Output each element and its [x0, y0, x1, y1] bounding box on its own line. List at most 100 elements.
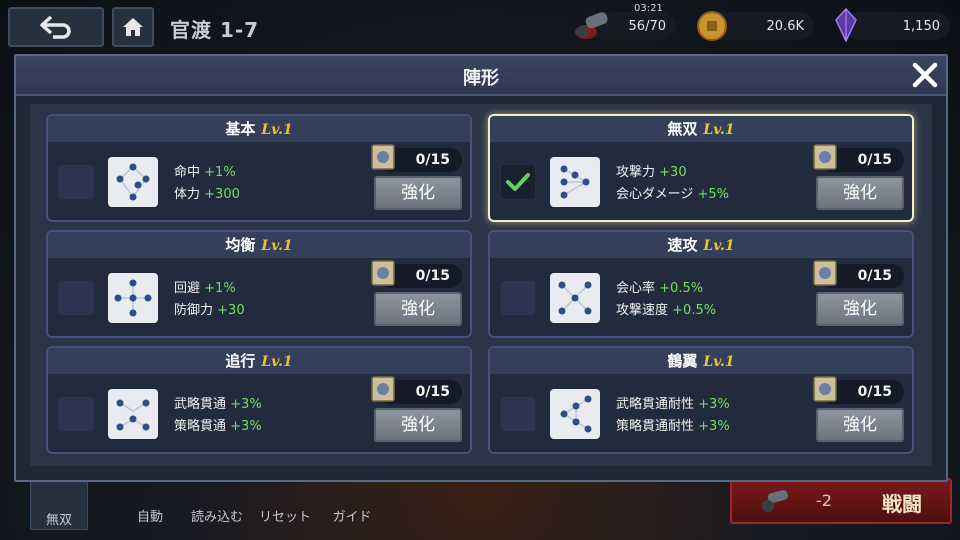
auto-button[interactable]: 自動: [128, 506, 172, 525]
load-button[interactable]: 読み込む: [186, 506, 248, 525]
enhance-button[interactable]: 強化: [816, 408, 904, 442]
enhance-button[interactable]: 強化: [374, 176, 462, 210]
enhance-button[interactable]: 強化: [816, 292, 904, 326]
formation-level: Lv.1: [703, 354, 735, 370]
stat-value: +0.5%: [672, 303, 717, 318]
formation-card-rush[interactable]: 速攻 Lv.1 会心率 +0.5% 攻撃速度 +0.5% 0/15 強化: [488, 230, 914, 338]
close-button[interactable]: [910, 60, 940, 90]
current-formation-button[interactable]: 無双: [30, 480, 88, 530]
formation-level: Lv.1: [261, 238, 293, 254]
formation-grid: 基本 Lv.1 命中 +1% 体力 +300 0/15 強化 無双 Lv.1 攻…: [30, 104, 932, 466]
stat-value: +1%: [204, 165, 236, 180]
gem-value: 1,150: [902, 18, 940, 34]
formation-card-balance[interactable]: 均衡 Lv.1 回避 +1% 防御力 +30 0/15 強化: [46, 230, 472, 338]
gem-icon: [835, 8, 857, 42]
enhance-button[interactable]: 強化: [374, 408, 462, 442]
pursuit-formation-icon: [108, 389, 158, 439]
home-button[interactable]: [112, 7, 154, 47]
manual-book-icon: [371, 260, 395, 286]
checkmark-icon: [506, 173, 530, 191]
gem-counter[interactable]: 1,150: [835, 8, 950, 42]
stat-value: +300: [204, 187, 240, 202]
gold-value: 20.6K: [766, 18, 804, 34]
formation-card-crane-wing[interactable]: 鶴翼 Lv.1 武略貫通耐性 +3% 策略貫通耐性 +3% 0/15 強化: [488, 346, 914, 454]
stat-label: 攻撃力: [616, 165, 656, 180]
formation-checkbox[interactable]: [500, 164, 536, 200]
formation-card-header: 速攻 Lv.1: [490, 232, 912, 258]
cannon-icon: [762, 489, 788, 512]
formation-name: 追行: [225, 352, 256, 370]
guide-button[interactable]: ガイド: [326, 506, 378, 525]
load-label: 読み込む: [190, 510, 243, 525]
formation-stats: 武略貫通耐性 +3% 策略貫通耐性 +3%: [616, 394, 730, 438]
formation-name: 均衡: [225, 236, 256, 254]
formation-card-basic[interactable]: 基本 Lv.1 命中 +1% 体力 +300 0/15 強化: [46, 114, 472, 222]
manual-book-icon: [813, 260, 837, 286]
formation-name: 速攻: [667, 236, 698, 254]
manual-book-icon: [371, 376, 395, 402]
formation-level: Lv.1: [703, 238, 735, 254]
formation-checkbox[interactable]: [58, 396, 94, 432]
stat-label: 防御力: [174, 303, 214, 318]
stat-label: 武略貫通: [174, 397, 227, 412]
stage-title: 官渡 1-7: [170, 18, 260, 42]
stat-value: +1%: [204, 281, 236, 296]
formation-checkbox[interactable]: [58, 280, 94, 316]
enhance-button[interactable]: 強化: [816, 176, 904, 210]
rush-formation-icon: [550, 273, 600, 323]
stat-value: +5%: [697, 187, 730, 202]
formation-stats: 攻撃力 +30 会心ダメージ +5%: [616, 162, 729, 206]
stamina-value: 56/70: [628, 18, 666, 34]
crane-wing-formation-icon: [550, 389, 600, 439]
reset-label: リセット: [258, 510, 311, 525]
stat-value: +3%: [230, 419, 262, 434]
stat-value: +30: [217, 303, 245, 318]
stat-label: 攻撃速度: [616, 303, 669, 318]
formation-name: 無双: [667, 120, 698, 138]
close-icon: [912, 62, 938, 88]
cannon-icon: [575, 12, 608, 39]
stamina-counter[interactable]: 56/70: [575, 12, 676, 40]
stat-value: +0.5%: [659, 281, 704, 296]
formation-card-header: 追行 Lv.1: [48, 348, 470, 374]
stat-value: +3%: [698, 419, 730, 434]
stat-label: 回避: [174, 281, 201, 296]
formation-card-header: 鶴翼 Lv.1: [490, 348, 912, 374]
formation-card-header: 均衡 Lv.1: [48, 232, 470, 258]
back-arrow-icon: [40, 15, 71, 39]
enhance-button[interactable]: 強化: [374, 292, 462, 326]
formation-level: Lv.1: [261, 122, 293, 138]
auto-label: 自動: [136, 510, 163, 525]
formation-checkbox[interactable]: [500, 396, 536, 432]
formation-checkbox[interactable]: [58, 164, 94, 200]
stat-label: 策略貫通耐性: [616, 419, 695, 434]
home-icon: [123, 18, 143, 36]
gold-counter[interactable]: 20.6K: [697, 11, 814, 41]
current-formation-label: 無双: [45, 513, 72, 528]
stat-value: +3%: [698, 397, 730, 412]
manual-book-icon: [813, 376, 837, 402]
formation-modal: 陣形 基本 Lv.1 命中 +1% 体力 +300 0/15 強化 無双 Lv.…: [14, 54, 948, 482]
reset-button[interactable]: リセット: [254, 506, 316, 525]
stat-label: 会心率: [616, 281, 656, 296]
formation-checkbox[interactable]: [500, 280, 536, 316]
formation-stats: 会心率 +0.5% 攻撃速度 +0.5%: [616, 278, 716, 322]
manual-book-icon: [813, 144, 837, 170]
basic-formation-icon: [108, 157, 158, 207]
formation-stats: 武略貫通 +3% 策略貫通 +3%: [174, 394, 262, 438]
battle-label: 戦闘: [882, 492, 922, 516]
formation-card-musou[interactable]: 無双 Lv.1 攻撃力 +30 会心ダメージ +5% 0/15 強化: [488, 114, 914, 222]
formation-stats: 命中 +1% 体力 +300: [174, 162, 240, 206]
formation-name: 基本: [225, 120, 256, 138]
modal-header: 陣形: [16, 56, 946, 96]
back-button[interactable]: [8, 7, 104, 47]
stat-value: +30: [659, 165, 687, 180]
formation-card-header: 無双 Lv.1: [490, 116, 912, 142]
formation-stats: 回避 +1% 防御力 +30: [174, 278, 245, 322]
gold-coin-icon: [697, 11, 727, 41]
modal-title: 陣形: [463, 68, 499, 89]
formation-card-header: 基本 Lv.1: [48, 116, 470, 142]
musou-formation-icon: [550, 157, 600, 207]
formation-card-pursuit[interactable]: 追行 Lv.1 武略貫通 +3% 策略貫通 +3% 0/15 強化: [46, 346, 472, 454]
battle-button[interactable]: -2 戦闘: [730, 478, 952, 524]
